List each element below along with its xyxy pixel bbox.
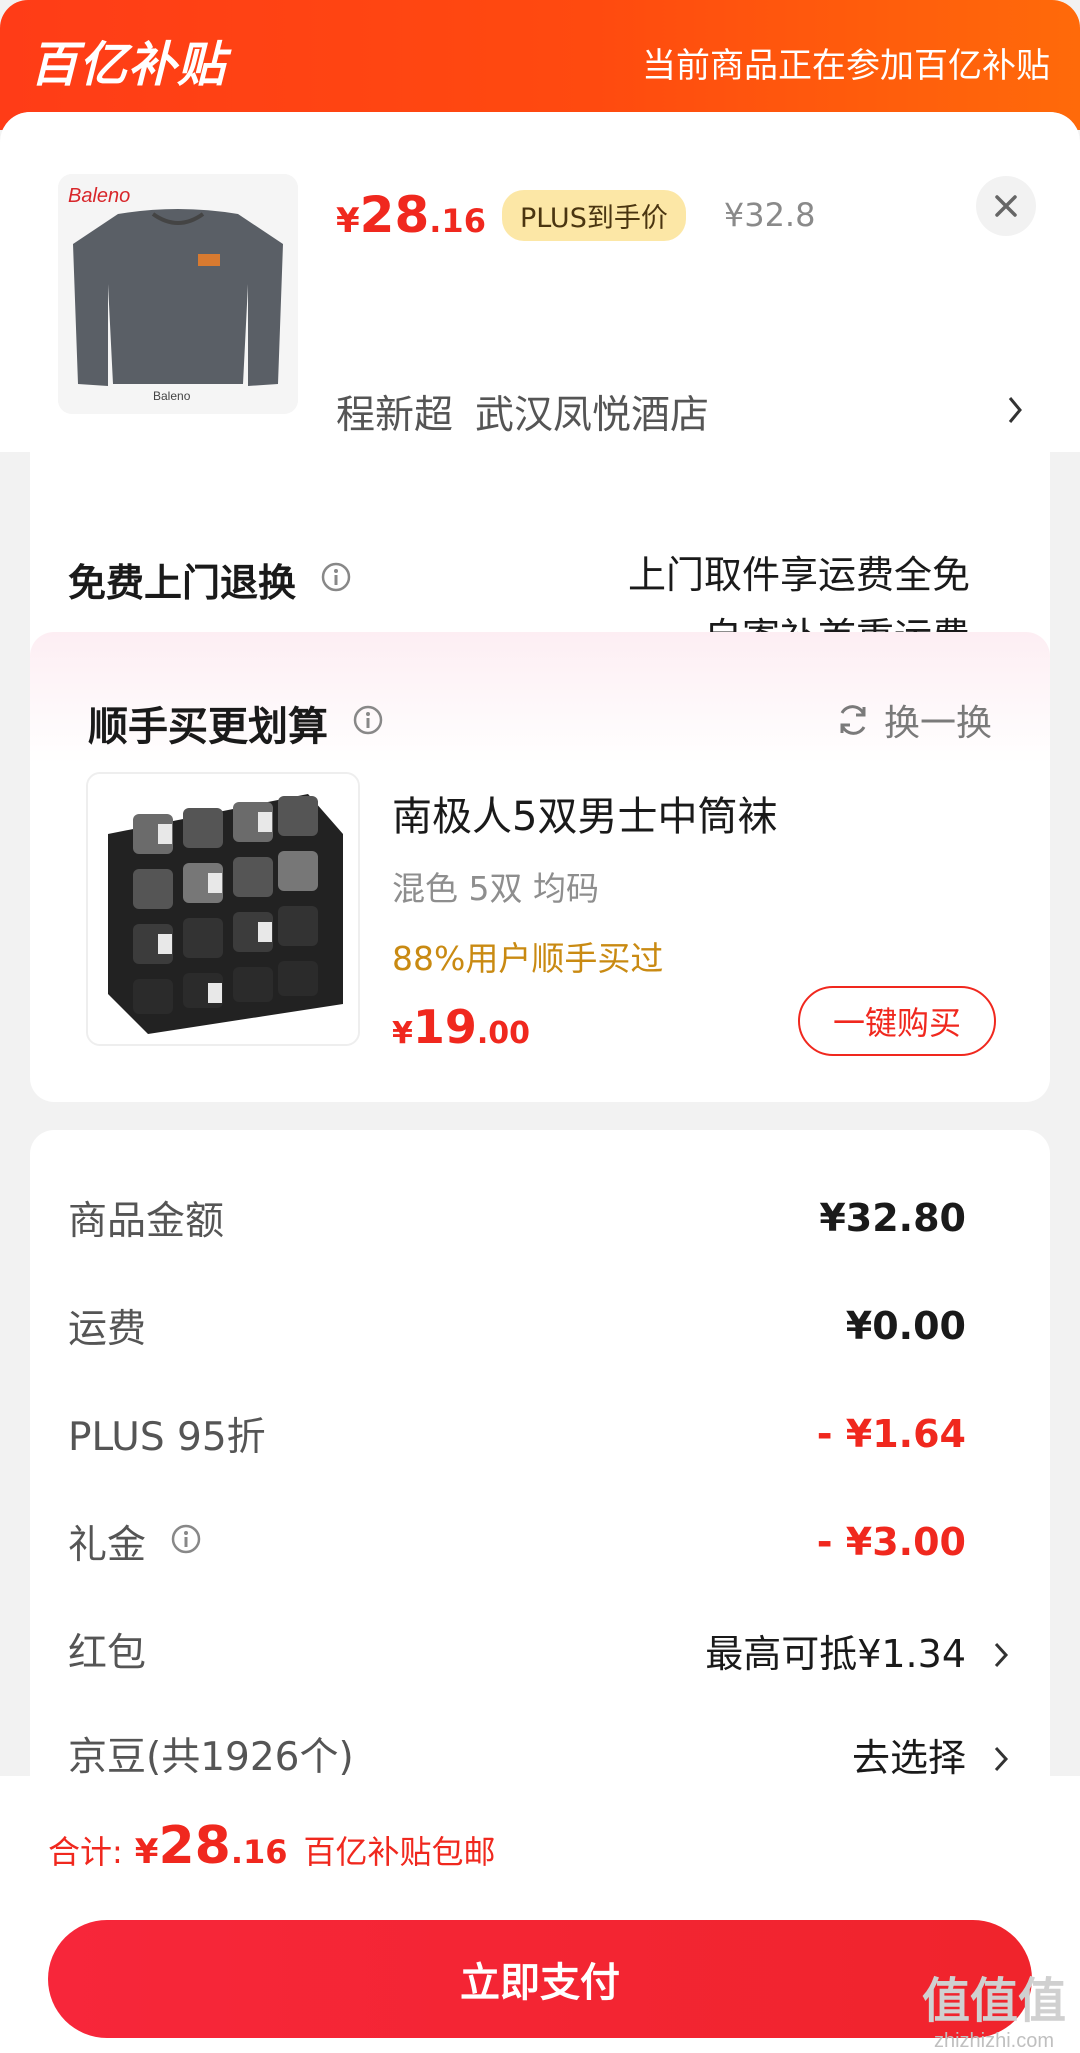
summary-label: 礼金: [68, 1514, 202, 1570]
summary-value: 去选择: [851, 1727, 1009, 1782]
price-row: ¥ 28 .16 PLUS到手价 ¥32.8: [336, 180, 815, 250]
summary-label: 京豆(共1926个): [68, 1735, 354, 1780]
product-header: Baleno Baleno ¥ 28 .16 PLUS到手价 ¥32.8 程新超…: [0, 112, 1080, 452]
upsell-price-symbol: ¥: [392, 1016, 413, 1051]
refresh-icon: [840, 705, 866, 735]
checkout-footer: 合计: ¥ 28 .16 百亿补贴包邮 立即支付 值值值 zhizhizhi.c…: [0, 1776, 1080, 2053]
summary-label: PLUS 95折: [68, 1415, 266, 1460]
price-decimal: .16: [429, 202, 486, 240]
summary-label: 红包: [68, 1631, 147, 1676]
upsell-title-text: 顺手买更划算: [88, 704, 328, 750]
summary-row-red-packet[interactable]: 红包 最高可抵¥1.34: [68, 1620, 1009, 1680]
chevron-right-icon: [1006, 392, 1026, 432]
pay-now-button[interactable]: 立即支付: [48, 1920, 1032, 2038]
summary-row-subtotal: 商品金额 ¥32.80: [68, 1188, 966, 1248]
site-watermark: 值值值 zhizhizhi.com: [922, 1974, 1066, 2053]
swap-label: 换一换: [883, 703, 992, 744]
original-price: ¥32.8: [723, 196, 816, 234]
address-row[interactable]: 程新超 武汉凤悦酒店: [336, 382, 1026, 442]
subsidy-banner: 百亿补贴 当前商品正在参加百亿补贴: [0, 0, 1080, 130]
upsell-price-decimal: .00: [476, 1016, 531, 1051]
chevron-right-icon: [992, 1637, 1012, 1681]
upsell-product-price: ¥ 19 .00: [392, 1000, 530, 1054]
upsell-price-integer: 19: [412, 1000, 477, 1054]
upsell-title: 顺手买更划算: [88, 694, 384, 752]
summary-value: - ¥1.64: [816, 1412, 966, 1456]
summary-value: 最高可抵¥1.34: [705, 1623, 1009, 1678]
close-icon: [995, 195, 1017, 217]
summary-value: ¥32.80: [819, 1196, 966, 1240]
current-price: ¥ 28 .16: [336, 186, 486, 244]
upsell-product-percent: 88%用户顺手买过: [392, 939, 664, 978]
total-row: 合计: ¥ 28 .16 百亿补贴包邮: [48, 1816, 496, 1876]
upsell-product-image: [86, 772, 360, 1046]
plus-price-tag: PLUS到手价: [501, 189, 686, 241]
close-button[interactable]: [976, 176, 1036, 236]
upsell-product-name: 南极人5双男士中筒袜: [392, 794, 778, 840]
svg-text:Baleno: Baleno: [153, 389, 191, 403]
info-icon[interactable]: [170, 1520, 202, 1565]
summary-row-jd-beans[interactable]: 京豆(共1926个) 去选择: [68, 1724, 1009, 1784]
total-symbol: ¥: [134, 1832, 159, 1872]
one-click-buy-button[interactable]: 一键购买: [798, 986, 996, 1056]
summary-label: 商品金额: [68, 1199, 225, 1244]
recipient-name: 程新超: [336, 393, 454, 438]
return-line-1: 上门取件享运费全免: [627, 553, 970, 597]
return-title-text: 免费上门退换: [68, 561, 297, 605]
info-icon[interactable]: [320, 558, 352, 602]
summary-row-plus-discount: PLUS 95折 - ¥1.64: [68, 1404, 966, 1464]
watermark-logo: 值值值: [921, 1975, 1066, 2028]
price-integer: 28: [359, 186, 430, 244]
jd-beans-value: 去选择: [851, 1735, 966, 1780]
total-integer: 28: [158, 1816, 231, 1876]
subsidy-note: 当前商品正在参加百亿补贴: [642, 46, 1050, 86]
summary-label: 运费: [68, 1307, 147, 1352]
svg-text:Baleno: Baleno: [68, 185, 130, 207]
upsell-product-spec: 混色 5双 均码: [392, 869, 599, 908]
subsidy-logo: 百亿补贴: [30, 37, 227, 93]
summary-value: ¥0.00: [845, 1304, 966, 1348]
red-packet-value: 最高可抵¥1.34: [705, 1631, 966, 1676]
summary-row-shipping: 运费 ¥0.00: [68, 1296, 966, 1356]
recipient-address: 武汉凤悦酒店: [475, 393, 710, 438]
watermark-url: zhizhizhi.com: [933, 2030, 1055, 2052]
gift-label-text: 礼金: [68, 1523, 147, 1568]
total-label: 合计:: [48, 1833, 123, 1871]
price-symbol: ¥: [336, 201, 360, 241]
summary-row-gift: 礼金 - ¥3.00: [68, 1512, 966, 1572]
total-note: 百亿补贴包邮: [303, 1833, 496, 1871]
checkout-sheet: 免费上门退换 上门取件享运费全免 自寄补首重运费 Baleno Baleno ¥: [0, 112, 1080, 2053]
upsell-card: 顺手买更划算 换一换 南极人5双男士中筒袜 混色 5双 均码 88%用户顺手买过…: [30, 632, 1050, 1102]
product-image: Baleno Baleno: [58, 174, 298, 414]
info-icon[interactable]: [352, 700, 384, 746]
summary-value: - ¥3.00: [816, 1520, 966, 1564]
total-decimal: .16: [230, 1833, 288, 1871]
swap-button[interactable]: 换一换: [834, 694, 992, 746]
return-title: 免费上门退换: [68, 552, 352, 607]
